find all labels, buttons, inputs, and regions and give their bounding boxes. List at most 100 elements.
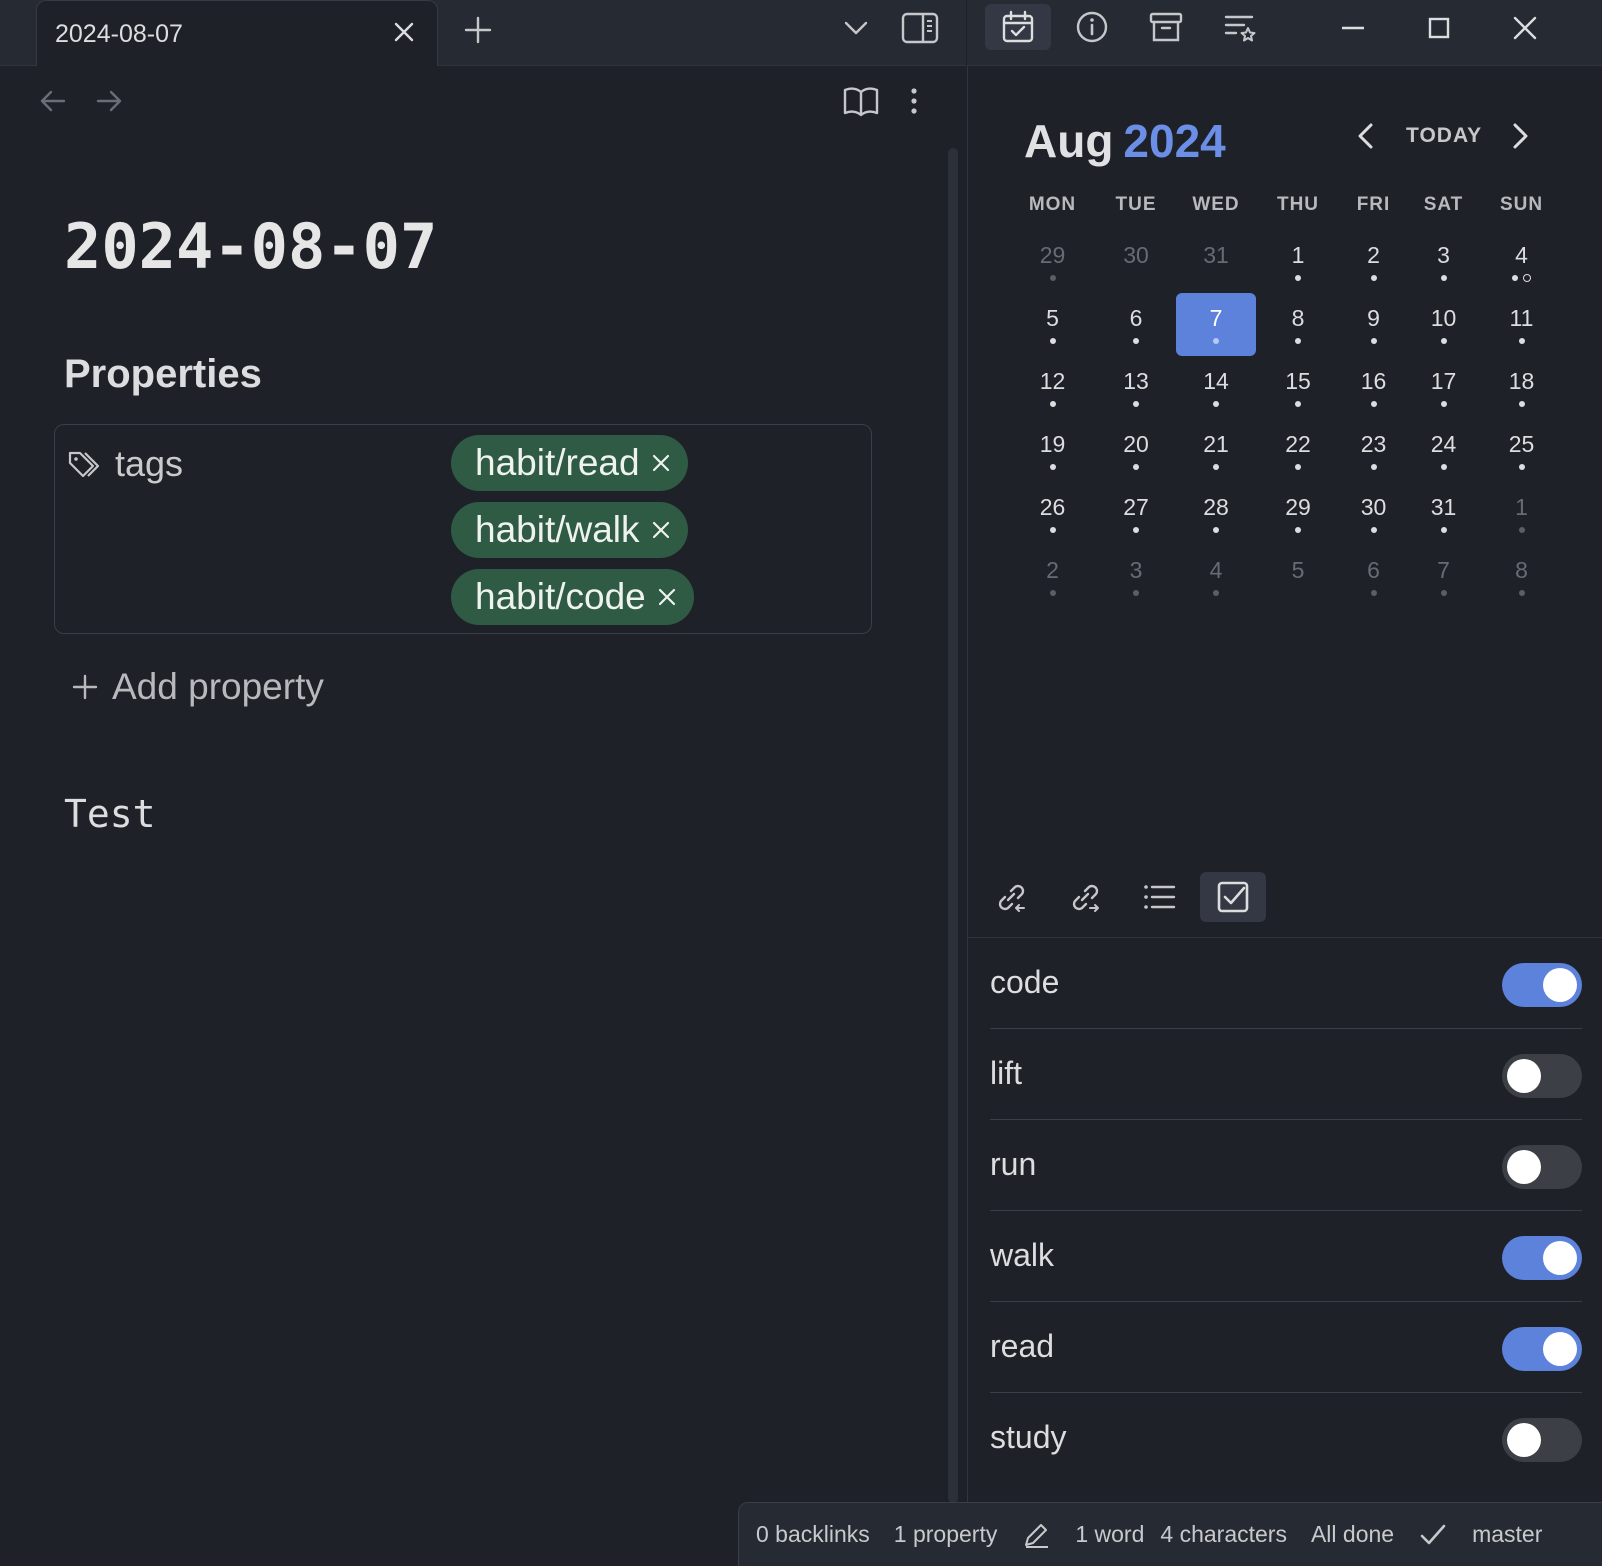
remove-tag-icon[interactable] <box>650 519 672 541</box>
chevron-left-icon[interactable] <box>1350 120 1382 152</box>
calendar-day[interactable]: 12 <box>1008 356 1097 419</box>
list-star-icon[interactable] <box>1207 4 1273 50</box>
calendar-day[interactable]: 23 <box>1339 419 1408 482</box>
calendar-day-number: 7 <box>1437 557 1450 583</box>
calendar-day[interactable]: 26 <box>1008 482 1097 545</box>
tag-pill[interactable]: habit/read <box>451 435 688 491</box>
chevron-right-icon[interactable] <box>1504 120 1536 152</box>
list-icon[interactable] <box>1126 872 1192 922</box>
info-icon[interactable] <box>1059 4 1125 50</box>
close-window-icon[interactable] <box>1495 6 1555 50</box>
tag-pill[interactable]: habit/walk <box>451 502 688 558</box>
note-dot <box>1295 338 1301 344</box>
archive-icon[interactable] <box>1133 4 1199 50</box>
calendar-check-icon[interactable] <box>985 4 1051 50</box>
calendar-day[interactable]: 8 <box>1257 293 1339 356</box>
note-dot <box>1049 401 1056 407</box>
remove-tag-icon[interactable] <box>650 452 672 474</box>
link-outgoing-icon[interactable] <box>1052 872 1118 922</box>
calendar-day[interactable]: 27 <box>1097 482 1175 545</box>
add-property-button[interactable]: Add property <box>70 666 324 708</box>
calendar-day[interactable]: 2 <box>1008 545 1097 608</box>
backlinks-count[interactable]: 0 backlinks <box>756 1521 870 1548</box>
habit-toggle[interactable] <box>1502 963 1582 1007</box>
calendar-day[interactable]: 31 <box>1408 482 1479 545</box>
calendar-day[interactable]: 10 <box>1408 293 1479 356</box>
calendar-day[interactable]: 6 <box>1339 545 1408 608</box>
arrow-right-icon[interactable] <box>92 84 126 118</box>
maximize-icon[interactable] <box>1409 6 1469 50</box>
close-icon[interactable] <box>389 17 419 47</box>
calendar-day[interactable]: 4 <box>1175 545 1257 608</box>
git-branch[interactable]: master <box>1472 1521 1542 1548</box>
pencil-icon[interactable] <box>1021 1520 1051 1550</box>
calendar-day[interactable]: 29 <box>1008 230 1097 293</box>
book-open-icon[interactable] <box>842 82 880 120</box>
calendar-day[interactable]: 11 <box>1479 293 1564 356</box>
chevron-down-icon[interactable] <box>838 10 874 46</box>
more-vertical-icon[interactable] <box>902 82 926 120</box>
remove-tag-icon[interactable] <box>656 586 678 608</box>
calendar-day[interactable]: 29 <box>1257 482 1339 545</box>
calendar-day[interactable]: 20 <box>1097 419 1175 482</box>
habit-toggle[interactable] <box>1502 1327 1582 1371</box>
calendar-day[interactable]: 19 <box>1008 419 1097 482</box>
property-key[interactable]: tags <box>115 443 183 485</box>
tab-title: 2024-08-07 <box>55 20 183 48</box>
calendar-day[interactable]: 17 <box>1408 356 1479 419</box>
habit-toggle[interactable] <box>1502 1236 1582 1280</box>
calendar-day[interactable]: 7 <box>1176 293 1256 356</box>
calendar-day[interactable]: 15 <box>1257 356 1339 419</box>
checkbox-icon[interactable] <box>1200 872 1266 922</box>
calendar-day[interactable]: 1 <box>1479 482 1564 545</box>
calendar-day[interactable]: 22 <box>1257 419 1339 482</box>
note-dot <box>1512 275 1518 281</box>
calendar-day[interactable]: 25 <box>1479 419 1564 482</box>
arrow-left-icon[interactable] <box>36 84 70 118</box>
link-incoming-icon[interactable] <box>978 872 1044 922</box>
calendar-day[interactable]: 7 <box>1408 545 1479 608</box>
calendar-day[interactable]: 31 <box>1175 230 1257 293</box>
calendar-day[interactable]: 28 <box>1175 482 1257 545</box>
calendar-day[interactable]: 4 <box>1479 230 1564 293</box>
calendar-day[interactable]: 30 <box>1097 230 1175 293</box>
calendar-day[interactable]: 14 <box>1175 356 1257 419</box>
calendar-day[interactable]: 13 <box>1097 356 1175 419</box>
note-body[interactable]: Test <box>64 792 156 836</box>
calendar-day[interactable]: 16 <box>1339 356 1408 419</box>
calendar-day[interactable]: 18 <box>1479 356 1564 419</box>
sync-status[interactable]: All done <box>1311 1521 1394 1548</box>
calendar-day[interactable]: 5 <box>1257 545 1339 608</box>
calendar-day[interactable]: 3 <box>1408 230 1479 293</box>
tab-active[interactable]: 2024-08-07 <box>36 0 438 66</box>
scrollbar[interactable] <box>948 148 958 1503</box>
tag-pill[interactable]: habit/code <box>451 569 694 625</box>
tags-icon[interactable] <box>67 447 103 483</box>
note-dots <box>1175 527 1257 533</box>
property-count[interactable]: 1 property <box>894 1521 998 1548</box>
note-dot <box>1295 275 1301 281</box>
sidebar-toggle-icon[interactable] <box>898 6 942 50</box>
calendar-day[interactable]: 2 <box>1339 230 1408 293</box>
check-icon[interactable] <box>1418 1520 1448 1550</box>
calendar-day[interactable]: 21 <box>1175 419 1257 482</box>
note-title[interactable]: 2024-08-07 <box>64 210 437 283</box>
note-dot <box>1133 527 1139 533</box>
habit-toggle[interactable] <box>1502 1054 1582 1098</box>
minimize-icon[interactable] <box>1323 6 1383 50</box>
calendar-day[interactable]: 9 <box>1339 293 1408 356</box>
today-button[interactable]: TODAY <box>1406 124 1482 148</box>
calendar-day[interactable]: 3 <box>1097 545 1175 608</box>
plus-icon[interactable] <box>458 10 498 50</box>
calendar-day[interactable]: 24 <box>1408 419 1479 482</box>
habit-toggle[interactable] <box>1502 1145 1582 1189</box>
calendar-day[interactable]: 1 <box>1257 230 1339 293</box>
calendar-day[interactable]: 5 <box>1008 293 1097 356</box>
note-dots <box>1008 464 1097 470</box>
toggle-knob <box>1543 1332 1577 1366</box>
habit-toggle[interactable] <box>1502 1418 1582 1462</box>
calendar-day[interactable]: 30 <box>1339 482 1408 545</box>
calendar-day[interactable]: 6 <box>1097 293 1175 356</box>
properties-heading[interactable]: Properties <box>64 352 262 397</box>
calendar-day[interactable]: 8 <box>1479 545 1564 608</box>
